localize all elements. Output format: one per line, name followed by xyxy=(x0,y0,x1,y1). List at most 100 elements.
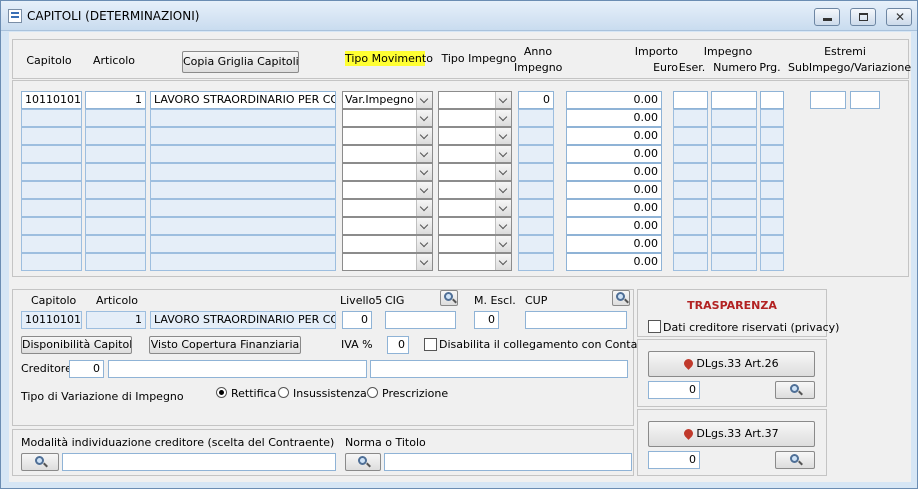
grid-row-2-tipo-imp-select[interactable] xyxy=(438,109,512,127)
grid-row-9-prg-field[interactable] xyxy=(760,235,784,253)
grid-row-9-capitolo-field[interactable] xyxy=(21,235,82,253)
chevron-down-icon[interactable] xyxy=(495,164,511,180)
norma-field[interactable] xyxy=(384,453,632,471)
dlgs37-button[interactable]: DLgs.33 Art.37 xyxy=(648,421,815,447)
grid-row-5-eser-field[interactable] xyxy=(673,163,708,181)
grid-row-4-descr-field[interactable] xyxy=(150,145,336,163)
mescl-field[interactable]: 0 xyxy=(474,311,499,329)
chevron-down-icon[interactable] xyxy=(416,254,432,270)
grid-row-2-articolo-field[interactable] xyxy=(85,109,146,127)
visto-copertura-button[interactable]: Visto Copertura Finanziaria xyxy=(149,336,301,354)
grid-row-3-tipo-imp-select[interactable] xyxy=(438,127,512,145)
radio-rettifica[interactable] xyxy=(216,387,227,398)
grid-row-4-tipo-mov-select[interactable] xyxy=(342,145,433,163)
dlgs37-field[interactable]: 0 xyxy=(648,451,700,469)
grid-row-5-tipo-mov-select[interactable] xyxy=(342,163,433,181)
chevron-down-icon[interactable] xyxy=(495,218,511,234)
grid-row-7-eser-field[interactable] xyxy=(673,199,708,217)
disponibilita-capitolo-button[interactable]: Disponibilità Capitolo xyxy=(21,336,132,354)
grid-row-4-numero-field[interactable] xyxy=(711,145,757,163)
grid-row-8-numero-field[interactable] xyxy=(711,217,757,235)
grid-row-10-descr-field[interactable] xyxy=(150,253,336,271)
grid-row-7-tipo-imp-select[interactable] xyxy=(438,199,512,217)
grid-row-8-tipo-mov-select[interactable] xyxy=(342,217,433,235)
grid-row-5-descr-field[interactable] xyxy=(150,163,336,181)
grid-row-2-descr-field[interactable] xyxy=(150,109,336,127)
detail-descrizione-field[interactable]: LAVORO STRAORDINARIO PER CONS xyxy=(150,311,336,329)
grid-row-3-articolo-field[interactable] xyxy=(85,127,146,145)
grid-row-4-importo-field[interactable]: 0.00 xyxy=(566,145,662,163)
grid-row-6-capitolo-field[interactable] xyxy=(21,181,82,199)
iva-field[interactable]: 0 xyxy=(387,336,409,354)
grid-row-10-articolo-field[interactable] xyxy=(85,253,146,271)
chevron-down-icon[interactable] xyxy=(416,200,432,216)
grid-row-6-eser-field[interactable] xyxy=(673,181,708,199)
chevron-down-icon[interactable] xyxy=(416,110,432,126)
grid-row-5-prg-field[interactable] xyxy=(760,163,784,181)
grid-row-9-anno-field[interactable] xyxy=(518,235,554,253)
radio-insussistenza[interactable] xyxy=(278,387,289,398)
grid-row-6-articolo-field[interactable] xyxy=(85,181,146,199)
dlgs37-search-button[interactable] xyxy=(775,451,815,469)
grid-row-10-numero-field[interactable] xyxy=(711,253,757,271)
grid-row-5-anno-field[interactable] xyxy=(518,163,554,181)
grid-row-3-importo-field[interactable]: 0.00 xyxy=(566,127,662,145)
chevron-down-icon[interactable] xyxy=(416,92,432,108)
copia-griglia-button[interactable]: Copia Griglia Capitoli xyxy=(182,51,299,73)
modalita-search-button[interactable] xyxy=(21,453,59,471)
grid-row-8-prg-field[interactable] xyxy=(760,217,784,235)
cig-search-button[interactable] xyxy=(440,290,458,306)
grid-row-4-tipo-imp-select[interactable] xyxy=(438,145,512,163)
dlgs26-button[interactable]: DLgs.33 Art.26 xyxy=(648,351,815,377)
grid-row-10-eser-field[interactable] xyxy=(673,253,708,271)
grid-row-4-articolo-field[interactable] xyxy=(85,145,146,163)
grid-row-3-tipo-mov-select[interactable] xyxy=(342,127,433,145)
grid-row-4-anno-field[interactable] xyxy=(518,145,554,163)
grid-row-7-importo-field[interactable]: 0.00 xyxy=(566,199,662,217)
grid-row-2-tipo-mov-select[interactable] xyxy=(342,109,433,127)
grid-row-3-prg-field[interactable] xyxy=(760,127,784,145)
grid-row-4-eser-field[interactable] xyxy=(673,145,708,163)
grid-row-2-importo-field[interactable]: 0.00 xyxy=(566,109,662,127)
grid-row-1-importo-field[interactable]: 0.00 xyxy=(566,91,662,109)
grid-row-9-tipo-imp-select[interactable] xyxy=(438,235,512,253)
grid-row-3-descr-field[interactable] xyxy=(150,127,336,145)
grid-row-5-articolo-field[interactable] xyxy=(85,163,146,181)
grid-row-1-descr-field[interactable]: LAVORO STRAORDINARIO PER CONS xyxy=(150,91,336,109)
grid-row-9-numero-field[interactable] xyxy=(711,235,757,253)
grid-row-4-capitolo-field[interactable] xyxy=(21,145,82,163)
grid-row-7-capitolo-field[interactable] xyxy=(21,199,82,217)
chevron-down-icon[interactable] xyxy=(495,200,511,216)
modalita-field[interactable] xyxy=(62,453,336,471)
grid-row-10-importo-field[interactable]: 0.00 xyxy=(566,253,662,271)
grid-row-10-tipo-imp-select[interactable] xyxy=(438,253,512,271)
creditore-extra-field[interactable] xyxy=(370,360,628,378)
grid-row-8-capitolo-field[interactable] xyxy=(21,217,82,235)
grid-row-8-anno-field[interactable] xyxy=(518,217,554,235)
chevron-down-icon[interactable] xyxy=(495,254,511,270)
estremi-sub-field[interactable] xyxy=(810,91,846,109)
grid-row-2-capitolo-field[interactable] xyxy=(21,109,82,127)
grid-row-10-tipo-mov-select[interactable] xyxy=(342,253,433,271)
grid-row-5-tipo-imp-select[interactable] xyxy=(438,163,512,181)
chevron-down-icon[interactable] xyxy=(416,218,432,234)
grid-row-2-anno-field[interactable] xyxy=(518,109,554,127)
grid-row-8-articolo-field[interactable] xyxy=(85,217,146,235)
grid-row-4-prg-field[interactable] xyxy=(760,145,784,163)
grid-row-9-importo-field[interactable]: 0.00 xyxy=(566,235,662,253)
grid-row-5-numero-field[interactable] xyxy=(711,163,757,181)
dlgs26-field[interactable]: 0 xyxy=(648,381,700,399)
detail-articolo-field[interactable]: 1 xyxy=(86,311,146,329)
cup-search-button[interactable] xyxy=(612,290,630,306)
grid-row-7-articolo-field[interactable] xyxy=(85,199,146,217)
grid-row-8-tipo-imp-select[interactable] xyxy=(438,217,512,235)
cup-field[interactable] xyxy=(525,311,627,329)
grid-row-2-eser-field[interactable] xyxy=(673,109,708,127)
grid-row-10-anno-field[interactable] xyxy=(518,253,554,271)
grid-row-6-anno-field[interactable] xyxy=(518,181,554,199)
grid-row-6-numero-field[interactable] xyxy=(711,181,757,199)
chevron-down-icon[interactable] xyxy=(416,182,432,198)
radio-prescrizione[interactable] xyxy=(367,387,378,398)
grid-row-6-importo-field[interactable]: 0.00 xyxy=(566,181,662,199)
grid-row-10-capitolo-field[interactable] xyxy=(21,253,82,271)
